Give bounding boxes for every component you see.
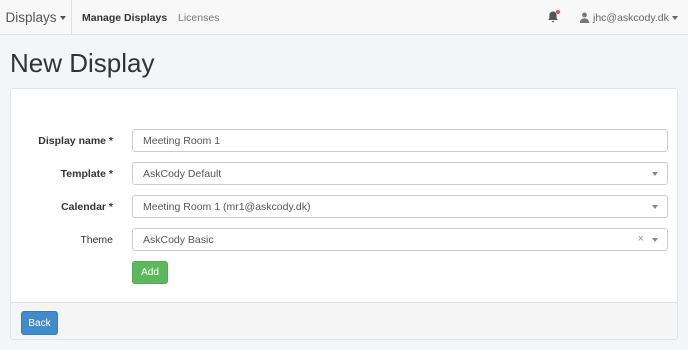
caret-down-icon bbox=[671, 15, 678, 20]
add-button[interactable]: Add bbox=[132, 261, 168, 284]
calendar-value: Meeting Room 1 (mr1@askcody.dk) bbox=[143, 200, 311, 213]
clear-selection-icon[interactable]: × bbox=[638, 233, 644, 245]
select-arrow-icon bbox=[652, 205, 658, 209]
panel-footer bbox=[11, 302, 677, 339]
template-label: Template * bbox=[60, 168, 113, 180]
display-name-input[interactable]: Meeting Room 1 bbox=[132, 129, 668, 152]
notification-dot bbox=[556, 10, 560, 14]
top-navbar: Displays Manage Displays Licenses jhc@as… bbox=[0, 0, 688, 35]
nav-licenses[interactable]: Licenses bbox=[178, 0, 219, 35]
page-title: New Display bbox=[10, 48, 155, 78]
theme-label: Theme bbox=[80, 234, 113, 246]
theme-select[interactable]: AskCody Basic × bbox=[132, 228, 668, 251]
displays-dropdown-label: Displays bbox=[5, 10, 57, 25]
user-icon bbox=[579, 12, 590, 23]
caret-down-icon bbox=[59, 15, 66, 20]
user-menu[interactable]: jhc@askcody.dk bbox=[579, 0, 678, 35]
select-arrow-icon bbox=[652, 172, 658, 176]
displays-dropdown[interactable]: Displays bbox=[0, 0, 72, 35]
select-arrow-icon bbox=[652, 238, 658, 242]
display-name-label: Display name * bbox=[38, 135, 113, 147]
new-display-form-panel: Display name * Meeting Room 1 Template *… bbox=[10, 88, 678, 340]
template-select[interactable]: AskCody Default bbox=[132, 162, 668, 185]
template-value: AskCody Default bbox=[143, 167, 222, 180]
calendar-select[interactable]: Meeting Room 1 (mr1@askcody.dk) bbox=[132, 195, 668, 218]
display-name-value: Meeting Room 1 bbox=[143, 134, 221, 147]
user-email: jhc@askcody.dk bbox=[593, 11, 669, 24]
calendar-label: Calendar * bbox=[61, 201, 113, 213]
theme-value: AskCody Basic bbox=[143, 233, 214, 246]
notification-bell-icon[interactable] bbox=[546, 9, 562, 25]
back-button[interactable]: Back bbox=[21, 311, 58, 335]
nav-manage-displays[interactable]: Manage Displays bbox=[82, 0, 167, 35]
